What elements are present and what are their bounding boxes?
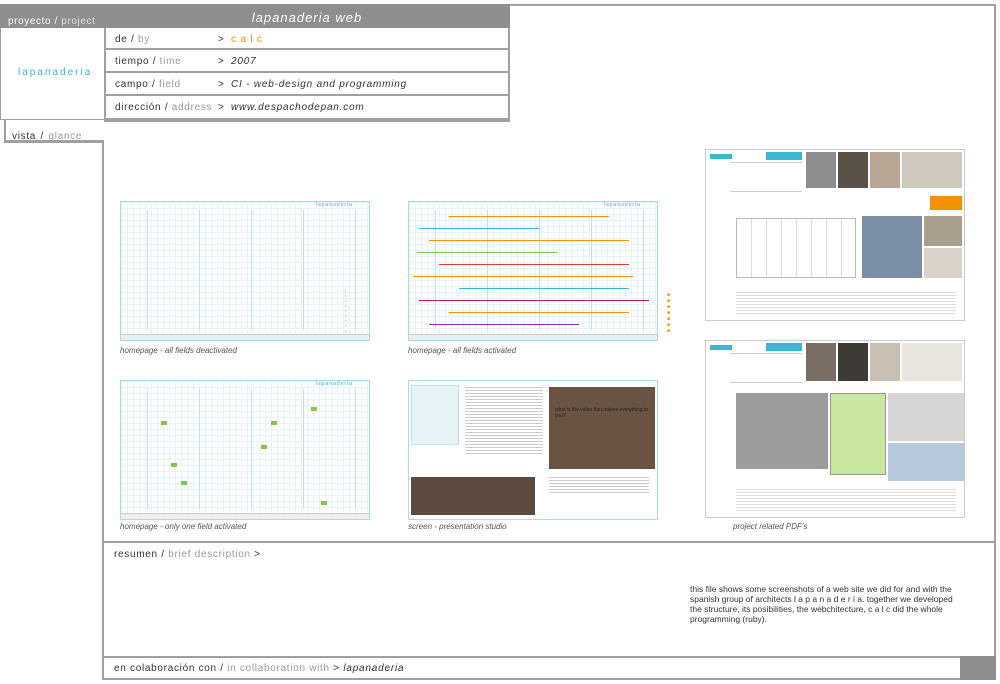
collab-label-es: en colaboración con bbox=[114, 663, 217, 674]
vista-top-line bbox=[104, 120, 510, 122]
project-label-en: project bbox=[61, 16, 96, 27]
info-row: campo / field > CI - web-design and prog… bbox=[106, 73, 508, 96]
resumen-label-en: brief description bbox=[168, 549, 251, 560]
pdf-page-2 bbox=[705, 340, 965, 518]
sidebar-project-name: lapanaderia bbox=[0, 28, 104, 120]
screenshot-all-deactivated: lapanaderia ▪ ▪ ▪ ▪ ▪ ▪ ▪ ▪ ▪ bbox=[120, 201, 370, 341]
caption: homepage - all fields activated bbox=[408, 346, 517, 355]
thumb-logo: lapanaderia bbox=[603, 202, 641, 208]
project-label-sep: / bbox=[51, 16, 62, 27]
vista-tab-bottom bbox=[4, 141, 104, 143]
info-row-label-en: address bbox=[171, 102, 213, 113]
info-row-label-en: field bbox=[158, 79, 181, 90]
caption: project related PDF's bbox=[733, 522, 808, 531]
title-bar: lapanaderia web bbox=[104, 4, 510, 28]
info-row-arrow: > bbox=[218, 34, 225, 45]
description-text: this file shows some screenshots of a we… bbox=[690, 584, 953, 624]
resumen-arrow: > bbox=[254, 549, 261, 560]
screenshot-presentation-studio: what is the value that makes everything … bbox=[408, 380, 658, 520]
resumen-section: resumen / brief description > this file … bbox=[102, 541, 996, 657]
resumen-heading: resumen / brief description > bbox=[114, 549, 261, 560]
sidebar-name-text: lapanaderia bbox=[18, 67, 93, 78]
resumen-label-es: resumen bbox=[114, 549, 158, 560]
collab-row: en colaboración con / in collaboration w… bbox=[102, 656, 960, 680]
info-row-arrow: > bbox=[218, 79, 225, 90]
info-row-value: 2007 bbox=[231, 56, 257, 67]
screenshot-one-activated: lapanaderia bbox=[120, 380, 370, 520]
collab-label-en: in collaboration with bbox=[227, 663, 330, 674]
screenshot-all-activated: lapanaderia ■ ■ ■ ■ ■ ■ ■ bbox=[408, 201, 670, 341]
info-row-value[interactable]: www.despachodepan.com bbox=[231, 102, 365, 113]
pdf-page-1 bbox=[705, 149, 965, 321]
info-table: de / by > c a l c tiempo / time > 2007 c… bbox=[104, 28, 510, 120]
info-row: tiempo / time > 2007 bbox=[106, 50, 508, 73]
info-row-arrow: > bbox=[218, 102, 225, 113]
info-row-label-es: de bbox=[115, 34, 128, 45]
info-row: de / by > c a l c bbox=[106, 28, 508, 50]
project-label-bar: proyecto / project bbox=[0, 4, 104, 28]
info-row: dirección / address > www.despachodepan.… bbox=[115, 102, 365, 113]
frame-top-right bbox=[510, 4, 996, 6]
collab-arrow: > bbox=[333, 663, 340, 674]
collab-value: lapanaderia bbox=[343, 663, 405, 674]
info-row-label-en: time bbox=[159, 56, 182, 67]
info-row-value: c a l c bbox=[231, 34, 263, 45]
footer-gray-block bbox=[960, 656, 996, 680]
info-row-label-es: tiempo bbox=[115, 56, 150, 67]
info-row-label-es: dirección bbox=[115, 102, 162, 113]
info-row-label-es: campo bbox=[115, 79, 149, 90]
caption: screen - presentation studio bbox=[408, 522, 507, 531]
info-row-arrow: > bbox=[218, 56, 225, 67]
page-title: lapanaderia web bbox=[251, 10, 363, 25]
caption: homepage - only one field activated bbox=[120, 522, 247, 531]
thumb-logo: lapanaderia bbox=[315, 381, 353, 387]
screen-quote: what is the value that makes everything … bbox=[555, 407, 649, 419]
info-row-label-en: by bbox=[137, 34, 150, 45]
project-label-es: proyecto bbox=[8, 16, 52, 27]
thumb-logo: lapanaderia bbox=[315, 202, 353, 208]
vista-tab: vista / glance bbox=[4, 120, 104, 142]
caption: homepage - all fields deactivated bbox=[120, 346, 237, 355]
info-row-value: CI - web-design and programming bbox=[231, 79, 407, 90]
